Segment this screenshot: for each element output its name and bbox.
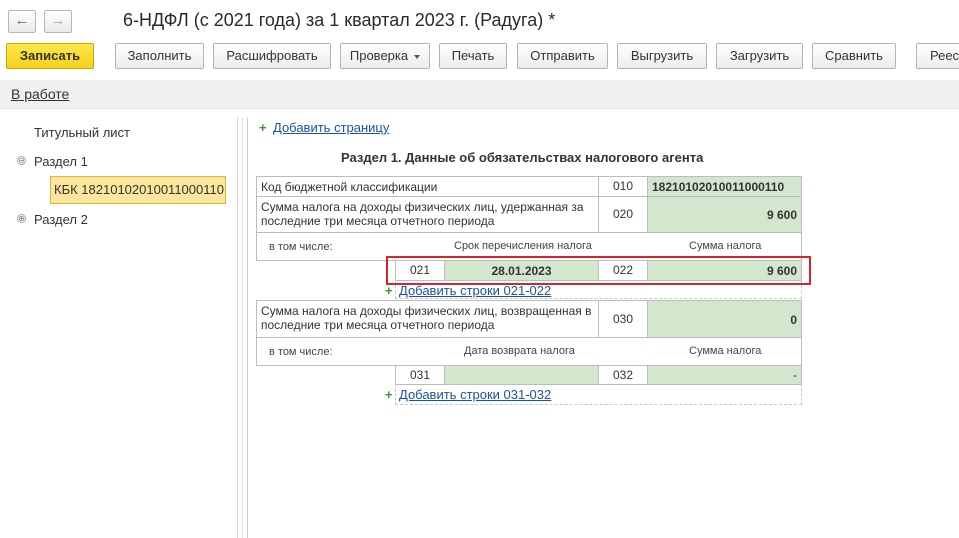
kbk-label-cell: Код бюджетной классификации	[256, 176, 599, 197]
chevron-down-icon	[414, 54, 421, 59]
section-title: Раздел 1. Данные об обязательствах налог…	[341, 150, 704, 165]
transfer-date-header: Срок перечисления налога	[454, 240, 592, 252]
row031-code: 031	[395, 365, 445, 385]
returned-label-cell: Сумма налога на доходы физических лиц, в…	[256, 300, 599, 338]
including-label: в том числе:	[269, 241, 333, 253]
tree-item-kbk[interactable]: КБК 18210102010011000110	[50, 176, 226, 204]
row032-field[interactable]: -	[647, 365, 802, 385]
row032-code: 032	[598, 365, 648, 385]
kbk-label: Код бюджетной классификации	[261, 180, 438, 194]
decode-button[interactable]: Расшифровать	[213, 43, 331, 69]
returned-value-field[interactable]: 0	[647, 300, 802, 338]
withheld-value-field[interactable]: 9 600	[647, 196, 802, 233]
expand-icon[interactable]: ⊕	[17, 214, 26, 223]
kbk-code: 010	[598, 176, 648, 197]
withheld-label: Сумма налога на доходы физических лиц, у…	[261, 200, 584, 228]
add-rows-031-link[interactable]: Добавить строки 031-032	[399, 387, 551, 402]
registry-button[interactable]: Реес	[916, 43, 959, 69]
send-button[interactable]: Отправить	[517, 43, 608, 69]
tax-sum-header: Сумма налога	[689, 240, 762, 252]
including-label-2: в том числе:	[269, 346, 333, 358]
add-page-link[interactable]: Добавить страницу	[273, 120, 389, 135]
row032-value: -	[793, 368, 797, 382]
withheld-value: 9 600	[766, 208, 797, 222]
return-date-header: Дата возврата налога	[464, 345, 575, 357]
tree-item-section2[interactable]: Раздел 2	[34, 212, 88, 227]
status-bar: В работе	[0, 80, 959, 109]
arrow-right-icon[interactable]: →	[44, 10, 72, 33]
print-button[interactable]: Печать	[439, 43, 507, 69]
tree-item-title-sheet[interactable]: Титульный лист	[34, 125, 130, 140]
panel-splitter[interactable]	[242, 117, 248, 538]
fill-button[interactable]: Заполнить	[115, 43, 204, 69]
row031-field[interactable]	[444, 365, 599, 385]
status-link[interactable]: В работе	[11, 86, 69, 102]
arrow-left-icon[interactable]: ←	[8, 10, 36, 33]
plus-icon: +	[385, 283, 393, 298]
section-tree: Титульный лист ⊖ Раздел 1 КБК 1821010201…	[6, 117, 238, 538]
tree-item-section1[interactable]: Раздел 1	[34, 154, 88, 169]
check-dropdown-button[interactable]: Проверка	[340, 43, 430, 69]
collapse-icon[interactable]: ⊖	[17, 156, 26, 165]
returned-value: 0	[790, 313, 797, 327]
kbk-value-field[interactable]: 18210102010011000110	[647, 176, 802, 197]
check-button-label: Проверка	[349, 48, 409, 63]
returned-code: 030	[598, 300, 648, 338]
kbk-value: 18210102010011000110	[652, 180, 785, 194]
export-button[interactable]: Выгрузить	[617, 43, 707, 69]
import-button[interactable]: Загрузить	[716, 43, 803, 69]
add-rows-021-link[interactable]: Добавить строки 021-022	[399, 283, 551, 298]
compare-button[interactable]: Сравнить	[812, 43, 896, 69]
save-button[interactable]: Записать	[6, 43, 94, 69]
withheld-label-cell: Сумма налога на доходы физических лиц, у…	[256, 196, 599, 233]
window-title: 6-НДФЛ (с 2021 года) за 1 квартал 2023 г…	[123, 10, 556, 30]
tax-sum-header-2: Сумма налога	[689, 345, 762, 357]
including-header-row-2: в том числе: Дата возврата налога Сумма …	[256, 337, 802, 366]
plus-icon: +	[259, 120, 267, 135]
plus-icon: +	[385, 387, 393, 402]
returned-label: Сумма налога на доходы физических лиц, в…	[261, 304, 592, 332]
withheld-code: 020	[598, 196, 648, 233]
